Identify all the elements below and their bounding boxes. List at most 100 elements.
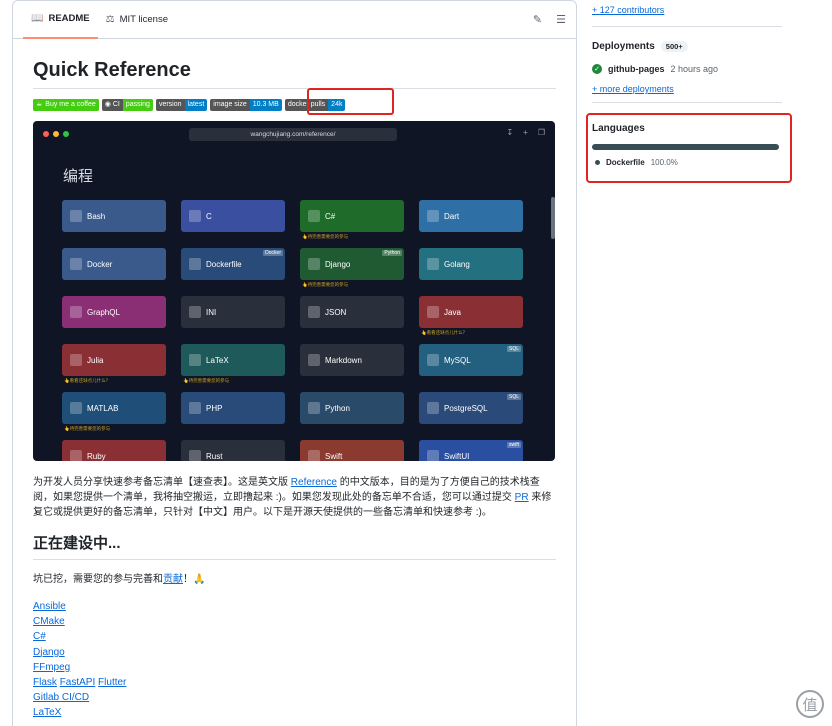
tile-note: 👆待完善需要您的参与 xyxy=(183,378,230,383)
badge-ci-value: passing xyxy=(122,99,153,111)
tile-tag: SQL xyxy=(506,394,521,400)
badge-image-size-value: 10.3 MB xyxy=(249,99,282,111)
tile-label: C# xyxy=(325,211,336,221)
language-tile[interactable]: GraphQL xyxy=(62,296,166,328)
deployment-name[interactable]: github-pages xyxy=(608,64,665,74)
tile-icon xyxy=(427,402,439,414)
tile-icon xyxy=(308,354,320,366)
cheatsheet-link[interactable]: Flask xyxy=(33,677,57,688)
contribute-link[interactable]: 贡献 xyxy=(163,574,183,585)
tile-icon xyxy=(427,306,439,318)
cheatsheet-link[interactable]: Ansible xyxy=(33,601,66,612)
tab-license-label: MIT license xyxy=(119,14,168,25)
tile-icon xyxy=(189,450,201,461)
badge-coffee[interactable]: ☕ Buy me a coffee xyxy=(33,99,99,111)
watermark: 值 xyxy=(796,690,824,718)
language-tile[interactable]: LaTeX xyxy=(181,344,285,376)
more-deployments-link[interactable]: + more deployments xyxy=(592,84,782,103)
link-row: C# xyxy=(33,629,556,644)
badge-version-label: version xyxy=(155,99,185,111)
preview-screenshot: wangchujiang.com/reference/ ↧ + ❐ 编程 Bas… xyxy=(33,121,555,461)
cheatsheet-link[interactable]: FastAPI xyxy=(60,677,96,688)
tile-tag: SQL xyxy=(506,346,521,352)
tile-label: C xyxy=(206,211,212,221)
tab-readme-label: README xyxy=(48,13,90,24)
shot-heading: 编程 xyxy=(63,168,94,185)
language-tile[interactable]: C# xyxy=(300,200,404,232)
language-tile[interactable]: SwiftUI swift xyxy=(419,440,523,461)
link-list: Ansible CMake C# Django FFmpeg Flask FastAPI … xyxy=(33,599,556,721)
tile-icon xyxy=(189,402,201,414)
page-title: Quick Reference xyxy=(33,59,556,89)
badge-image-size-label: image size xyxy=(210,99,250,111)
language-tile[interactable]: Docker xyxy=(62,248,166,280)
contributors-link[interactable]: + 127 contributors xyxy=(592,5,782,27)
cheatsheet-link[interactable]: C# xyxy=(33,631,46,642)
tab-readme[interactable]: 📖 README xyxy=(23,1,98,39)
languages-highlight xyxy=(586,113,792,183)
language-tile[interactable]: Julia xyxy=(62,344,166,376)
cheatsheet-link[interactable]: LaTeX xyxy=(33,707,61,718)
badge-version[interactable]: version latest xyxy=(155,99,208,111)
language-tile[interactable]: C xyxy=(181,200,285,232)
language-tile[interactable]: Swift xyxy=(300,440,404,461)
list-icon[interactable]: ☰ xyxy=(556,13,566,26)
tile-note: 👆看看还缺点儿什么？ xyxy=(421,330,468,335)
tile-icon xyxy=(308,258,320,270)
intro-paragraph: 为开发人员分享快速参考备忘清单【速查表】。这是英文版 Reference 的中文… xyxy=(33,475,556,520)
language-tile[interactable]: Django Python xyxy=(300,248,404,280)
badge-image-size[interactable]: image size 10.3 MB xyxy=(210,99,282,111)
badge-row: ☕ Buy me a coffee ◉ CI passing version l… xyxy=(33,99,556,111)
tile-label: Dockerfile xyxy=(206,259,242,269)
tile-label: JSON xyxy=(325,307,347,317)
tile-icon xyxy=(70,354,82,366)
language-tile[interactable]: MATLAB xyxy=(62,392,166,424)
language-tile[interactable]: Java xyxy=(419,296,523,328)
tile-label: PHP xyxy=(206,403,223,413)
language-tile[interactable]: Bash xyxy=(62,200,166,232)
tile-label: Dart xyxy=(444,211,460,221)
language-tile[interactable]: Ruby xyxy=(62,440,166,461)
language-tile[interactable]: Rust xyxy=(181,440,285,461)
tab-license[interactable]: ⚖ MIT license xyxy=(98,1,176,39)
tile-icon xyxy=(308,306,320,318)
tile-icon xyxy=(427,210,439,222)
pencil-icon[interactable]: ✎ xyxy=(533,13,542,26)
cheatsheet-link[interactable]: Gitlab CI/CD xyxy=(33,692,89,703)
language-tile[interactable]: INI xyxy=(181,296,285,328)
tile-label: Golang xyxy=(444,259,470,269)
reference-link[interactable]: Reference xyxy=(291,477,337,488)
language-tile[interactable]: Dart xyxy=(419,200,523,232)
language-tile[interactable]: JSON xyxy=(300,296,404,328)
language-tile[interactable]: MySQL SQL xyxy=(419,344,523,376)
cheatsheet-link[interactable]: Flutter xyxy=(98,677,126,688)
language-tile[interactable]: Golang xyxy=(419,248,523,280)
tile-note: 👆待完善需要您的参与 xyxy=(302,282,349,287)
link-row: Gitlab CI/CD xyxy=(33,690,556,705)
link-row: Django xyxy=(33,645,556,660)
cheatsheet-link[interactable]: CMake xyxy=(33,616,65,627)
cheatsheet-link[interactable]: Django xyxy=(33,647,65,658)
link-row: FFmpeg xyxy=(33,660,556,675)
badge-ci-left: CI xyxy=(112,101,120,108)
badge-version-value: latest xyxy=(184,99,208,111)
language-tile[interactable]: PHP xyxy=(181,392,285,424)
tile-label: Bash xyxy=(87,211,106,221)
language-tile[interactable]: PostgreSQL SQL xyxy=(419,392,523,424)
tile-label: Rust xyxy=(206,451,223,461)
deployments-heading[interactable]: Deployments 500+ xyxy=(592,41,782,52)
copy-icon: ❐ xyxy=(537,128,545,137)
language-tile[interactable]: Dockerfile Docker xyxy=(181,248,285,280)
link-row: Ansible xyxy=(33,599,556,614)
cheatsheet-link[interactable]: FFmpeg xyxy=(33,662,70,673)
download-icon: ↧ xyxy=(506,128,514,137)
tile-label: Julia xyxy=(87,355,104,365)
tile-icon xyxy=(70,210,82,222)
language-tile[interactable]: Python xyxy=(300,392,404,424)
pr-link[interactable]: PR xyxy=(515,492,529,503)
tile-label: PostgreSQL xyxy=(444,403,488,413)
deployments-counter: 500+ xyxy=(660,41,688,52)
badge-ci[interactable]: ◉ CI passing xyxy=(101,99,153,111)
language-tile[interactable]: Markdown xyxy=(300,344,404,376)
browser-url: wangchujiang.com/reference/ xyxy=(189,128,397,141)
